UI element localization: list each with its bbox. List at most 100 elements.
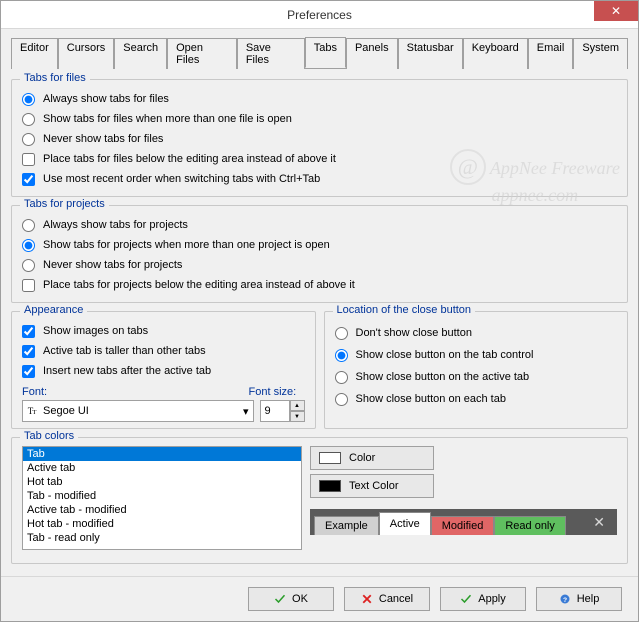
tab-email[interactable]: Email: [528, 38, 574, 69]
help-button[interactable]: ? Help: [536, 587, 622, 611]
color-swatch: [319, 452, 341, 464]
check-tfp-below[interactable]: [22, 279, 35, 292]
cancel-button[interactable]: Cancel: [344, 587, 430, 611]
chevron-down-icon: ▾: [243, 405, 249, 418]
tab-color-list[interactable]: TabActive tabHot tabTab - modifiedActive…: [22, 446, 302, 550]
font-icon: TT: [27, 405, 39, 417]
group-tab-colors: Tab colors TabActive tabHot tabTab - mod…: [11, 437, 628, 564]
label: OK: [292, 593, 308, 605]
label: Always show tabs for projects: [43, 219, 188, 231]
font-size-input[interactable]: [260, 400, 290, 422]
font-label: Font:: [22, 386, 239, 398]
check-tff-mru[interactable]: [22, 173, 35, 186]
list-item[interactable]: Hot tab - modified: [23, 517, 301, 531]
spin-down[interactable]: ▼: [290, 411, 305, 422]
close-button[interactable]: ✕: [594, 1, 638, 21]
list-item[interactable]: Tab: [23, 447, 301, 461]
example-tab-active[interactable]: Active: [379, 512, 431, 535]
radio-cb-control[interactable]: [335, 349, 348, 362]
tab-cursors[interactable]: Cursors: [58, 38, 115, 69]
group-legend: Appearance: [20, 304, 87, 316]
list-item[interactable]: Hot tab: [23, 475, 301, 489]
group-legend: Tabs for projects: [20, 198, 109, 210]
label: Active tab is taller than other tabs: [43, 345, 206, 357]
tab-tabs[interactable]: Tabs: [305, 37, 346, 68]
label: Show images on tabs: [43, 325, 148, 337]
label: Show tabs for files when more than one f…: [43, 113, 292, 125]
x-icon: [361, 593, 373, 605]
label: Insert new tabs after the active tab: [43, 365, 211, 377]
label: Never show tabs for projects: [43, 259, 182, 271]
label: Always show tabs for files: [43, 93, 169, 105]
radio-cb-none[interactable]: [335, 327, 348, 340]
radio-tfp-always[interactable]: [22, 219, 35, 232]
tab-editor[interactable]: Editor: [11, 38, 58, 69]
example-bar: Example Active Modified Read only ✕: [310, 509, 617, 535]
check-tff-below[interactable]: [22, 153, 35, 166]
radio-tff-always[interactable]: [22, 93, 35, 106]
label: Show close button on the active tab: [356, 371, 530, 383]
label: Show close button on the tab control: [356, 349, 534, 361]
example-close-icon[interactable]: ✕: [585, 514, 613, 531]
example-tab[interactable]: Example: [314, 516, 379, 535]
label: Apply: [478, 593, 506, 605]
label: Never show tabs for files: [43, 133, 163, 145]
example-tab-readonly[interactable]: Read only: [494, 516, 566, 535]
label: Place tabs for projects below the editin…: [43, 279, 355, 291]
tab-keyboard[interactable]: Keyboard: [463, 38, 528, 69]
check-icon: [274, 593, 286, 605]
label: Show tabs for projects when more than on…: [43, 239, 330, 251]
radio-tff-multi[interactable]: [22, 113, 35, 126]
label: Show close button on each tab: [356, 393, 506, 405]
check-icon: [460, 593, 472, 605]
radio-cb-each[interactable]: [335, 393, 348, 406]
font-size-label: Font size:: [249, 386, 305, 398]
tab-save-files[interactable]: Save Files: [237, 38, 305, 69]
svg-text:T: T: [32, 409, 37, 416]
tab-statusbar[interactable]: Statusbar: [398, 38, 463, 69]
list-item[interactable]: Tab - read only: [23, 531, 301, 545]
text-color-button[interactable]: Text Color: [310, 474, 434, 498]
example-tab-modified[interactable]: Modified: [431, 516, 495, 535]
tab-open-files[interactable]: Open Files: [167, 38, 237, 69]
font-value: Segoe UI: [43, 405, 89, 417]
text-color-swatch: [319, 480, 341, 492]
label: Use most recent order when switching tab…: [43, 173, 320, 185]
ok-button[interactable]: OK: [248, 587, 334, 611]
spin-up[interactable]: ▲: [290, 400, 305, 411]
group-appearance: Appearance Show images on tabs Active ta…: [11, 311, 316, 429]
group-tabs-for-files: Tabs for files Always show tabs for file…: [11, 79, 628, 197]
title-bar: Preferences ✕: [1, 1, 638, 29]
group-legend: Tab colors: [20, 430, 78, 442]
tab-search[interactable]: Search: [114, 38, 167, 69]
label: Help: [577, 593, 600, 605]
radio-tfp-multi[interactable]: [22, 239, 35, 252]
help-icon: ?: [559, 593, 571, 605]
radio-tfp-never[interactable]: [22, 259, 35, 272]
list-item[interactable]: Active tab - modified: [23, 503, 301, 517]
window-title: Preferences: [287, 8, 352, 22]
font-select[interactable]: TT Segoe UI ▾: [22, 400, 254, 422]
group-legend: Tabs for files: [20, 72, 90, 84]
check-show-images[interactable]: [22, 325, 35, 338]
group-tabs-for-projects: Tabs for projects Always show tabs for p…: [11, 205, 628, 303]
group-legend: Location of the close button: [333, 304, 476, 316]
label: Don't show close button: [356, 327, 472, 339]
tab-system[interactable]: System: [573, 38, 628, 69]
label: Color: [349, 452, 375, 464]
tab-panels[interactable]: Panels: [346, 38, 398, 69]
radio-tff-never[interactable]: [22, 133, 35, 146]
check-insert-after[interactable]: [22, 365, 35, 378]
label: Cancel: [379, 593, 413, 605]
list-item[interactable]: Tab - modified: [23, 489, 301, 503]
tab-bar: EditorCursorsSearchOpen FilesSave FilesT…: [11, 37, 628, 69]
svg-text:?: ?: [563, 597, 567, 604]
radio-cb-active[interactable]: [335, 371, 348, 384]
label: Place tabs for files below the editing a…: [43, 153, 336, 165]
apply-button[interactable]: Apply: [440, 587, 526, 611]
group-close-button: Location of the close button Don't show …: [324, 311, 629, 429]
list-item[interactable]: Active tab: [23, 461, 301, 475]
label: Text Color: [349, 480, 399, 492]
check-active-taller[interactable]: [22, 345, 35, 358]
color-button[interactable]: Color: [310, 446, 434, 470]
